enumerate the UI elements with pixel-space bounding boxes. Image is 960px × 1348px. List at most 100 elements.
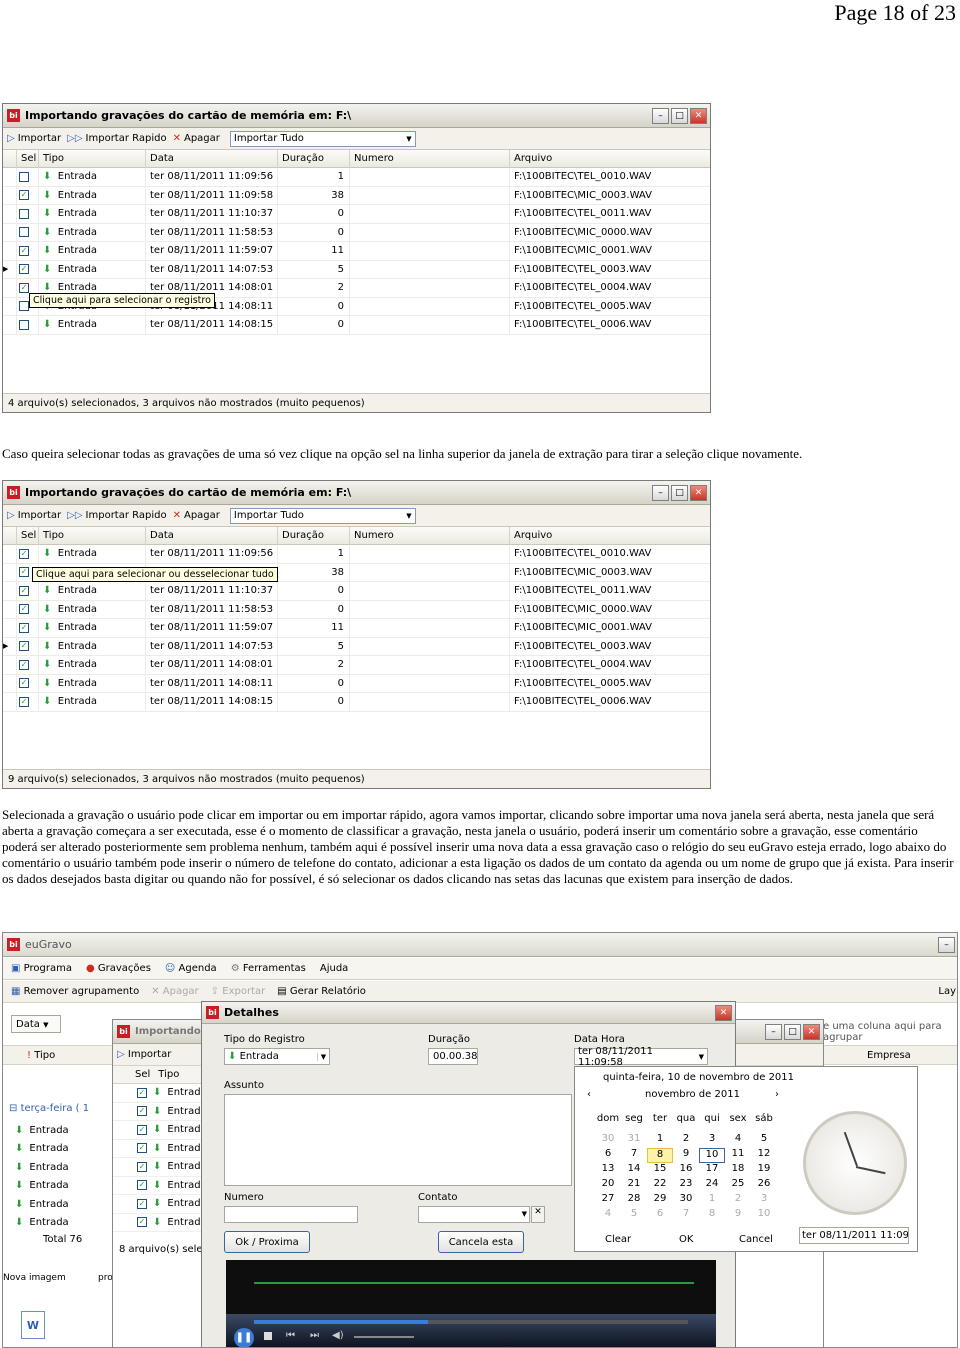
- calendar-day[interactable]: 15: [647, 1163, 673, 1178]
- checkbox-icon[interactable]: ✓: [19, 659, 29, 670]
- calendar-day[interactable]: 7: [621, 1148, 647, 1163]
- calendar-day[interactable]: 9: [725, 1208, 751, 1223]
- checkbox-icon[interactable]: ✓: [19, 604, 29, 615]
- checkbox-icon[interactable]: [19, 301, 29, 312]
- row-checkbox[interactable]: ✓: [17, 674, 39, 692]
- col-header-2[interactable]: Data: [146, 150, 278, 168]
- next-month-button[interactable]: ›: [775, 1089, 779, 1100]
- app-delete-button[interactable]: ✕ Apagar: [151, 986, 198, 997]
- calendar-ok-button[interactable]: OK: [679, 1234, 693, 1245]
- calendar-day[interactable]: 2: [673, 1133, 699, 1148]
- col-header-0[interactable]: Sel: [17, 150, 39, 168]
- import-button[interactable]: ▷ Importar: [117, 1049, 171, 1060]
- row-checkbox[interactable]: ✓: [17, 637, 39, 655]
- menu-ajuda[interactable]: Ajuda: [320, 963, 348, 974]
- calendar-clear-button[interactable]: Clear: [605, 1234, 631, 1245]
- table-row[interactable]: ✓ ⬇ Entrada ter 08/11/2011 11:58:53 0 F:…: [3, 600, 710, 619]
- checkbox-icon[interactable]: ✓: [137, 1106, 147, 1117]
- pause-button[interactable]: ❚❚: [234, 1328, 254, 1347]
- menu-agenda[interactable]: ☺ Agenda: [165, 963, 217, 974]
- table-row[interactable]: ✓ ⬇ Entrada ter 08/11/2011 11:59:07 11 F…: [3, 619, 710, 638]
- calendar-day[interactable]: 27: [595, 1193, 621, 1208]
- table-row[interactable]: ✓ ⬇ Entrada ter 08/11/2011 14:08:11 0 F:…: [3, 674, 710, 693]
- close-button[interactable]: ✕: [690, 107, 707, 124]
- calendar-day[interactable]: 10: [751, 1208, 777, 1223]
- checkbox-icon[interactable]: ✓: [19, 190, 29, 201]
- import-quick-button[interactable]: ▷▷ Importar Rapido: [67, 510, 166, 521]
- minimize-button[interactable]: –: [652, 107, 669, 124]
- calendar-day[interactable]: 4: [595, 1208, 621, 1223]
- list-item[interactable]: ⬇ Entrada: [9, 1214, 119, 1233]
- group-header[interactable]: ⊟ terça-feira ( 1: [9, 1103, 119, 1121]
- row-checkbox[interactable]: [17, 223, 39, 241]
- calendar-day[interactable]: 9: [673, 1148, 699, 1163]
- report-button[interactable]: ▤ Gerar Relatório: [277, 986, 366, 997]
- calendar-day[interactable]: 18: [725, 1163, 751, 1178]
- calendar-day[interactable]: 4: [725, 1133, 751, 1148]
- row-checkbox[interactable]: ✓: [17, 545, 39, 563]
- close-button[interactable]: ✕: [803, 1023, 820, 1040]
- row-checkbox[interactable]: ✓: [17, 693, 39, 711]
- checkbox-icon[interactable]: ✓: [137, 1124, 147, 1135]
- calendar-day[interactable]: 1: [699, 1193, 725, 1208]
- calendar-day[interactable]: 2: [725, 1193, 751, 1208]
- checkbox-icon[interactable]: ✓: [19, 282, 29, 293]
- maximize-button[interactable]: □: [671, 484, 688, 501]
- minimize-button[interactable]: –: [652, 484, 669, 501]
- checkbox-icon[interactable]: [19, 171, 29, 182]
- calendar-day[interactable]: 8: [699, 1208, 725, 1223]
- calendar-day[interactable]: 26: [751, 1178, 777, 1193]
- next-button[interactable]: ⏭: [310, 1330, 319, 1341]
- prev-month-button[interactable]: ‹: [587, 1089, 591, 1100]
- checkbox-icon[interactable]: ✓: [137, 1198, 147, 1209]
- table-row[interactable]: ▶ ✓ ⬇ Entrada ter 08/11/2011 14:07:53 5 …: [3, 260, 710, 279]
- row-checkbox[interactable]: ✓: [17, 600, 39, 618]
- close-button[interactable]: ✕: [690, 484, 707, 501]
- col-header-5[interactable]: Arquivo: [510, 150, 710, 168]
- table-row[interactable]: ⬇ Entrada ter 08/11/2011 11:10:37 0 F:\1…: [3, 205, 710, 224]
- calendar-day[interactable]: 11: [725, 1148, 751, 1163]
- calendar-day[interactable]: 5: [751, 1133, 777, 1148]
- calendar-day[interactable]: 28: [621, 1193, 647, 1208]
- row-checkbox[interactable]: [17, 205, 39, 223]
- import-button[interactable]: ▷ Importar: [7, 510, 61, 521]
- calendar-day[interactable]: 19: [751, 1163, 777, 1178]
- checkbox-icon[interactable]: ✓: [137, 1087, 147, 1098]
- row-checkbox[interactable]: ✓: [17, 582, 39, 600]
- calendar-cancel-button[interactable]: Cancel: [739, 1234, 773, 1245]
- table-row[interactable]: ⬇ Entrada ter 08/11/2011 11:58:53 0 F:\1…: [3, 223, 710, 242]
- checkbox-icon[interactable]: ✓: [19, 585, 29, 596]
- table-row[interactable]: ✓ ⬇ Entrada ter 08/11/2011 11:09:56 1 F:…: [3, 545, 710, 564]
- tipo-select[interactable]: ⬇ Entrada ▼: [224, 1048, 330, 1065]
- calendar-day[interactable]: 14: [621, 1163, 647, 1178]
- calendar-day[interactable]: 21: [621, 1178, 647, 1193]
- maximize-button[interactable]: □: [784, 1023, 801, 1040]
- calendar-day[interactable]: 6: [595, 1148, 621, 1163]
- minimize-button[interactable]: –: [765, 1023, 782, 1040]
- row-checkbox[interactable]: ✓: [17, 260, 39, 278]
- row-checkbox[interactable]: [17, 316, 39, 334]
- import-quick-button[interactable]: ▷▷ Importar Rapido: [67, 133, 166, 144]
- table-row[interactable]: ✓ ⬇ Entrada ter 08/11/2011 14:08:15 0 F:…: [3, 693, 710, 712]
- checkbox-icon[interactable]: ✓: [137, 1143, 147, 1154]
- checkbox-icon[interactable]: ✓: [19, 622, 29, 633]
- col-header-4[interactable]: Numero: [350, 527, 510, 545]
- menu-programa[interactable]: ▣ Programa: [11, 963, 72, 974]
- col-header-4[interactable]: Numero: [350, 150, 510, 168]
- checkbox-icon[interactable]: ✓: [19, 264, 29, 275]
- checkbox-icon[interactable]: [19, 227, 29, 238]
- table-row[interactable]: ⬇ Entrada ter 08/11/2011 11:09:56 1 F:\1…: [3, 168, 710, 187]
- calendar-day[interactable]: 12: [751, 1148, 777, 1163]
- col-header-5[interactable]: Arquivo: [510, 527, 710, 545]
- previous-button[interactable]: ⏮: [286, 1330, 295, 1341]
- calendar-day[interactable]: 24: [699, 1178, 725, 1193]
- calendar-day[interactable]: 23: [673, 1178, 699, 1193]
- table-row[interactable]: ✓ ⬇ Entrada ter 08/11/2011 11:59:07 11 F…: [3, 242, 710, 261]
- calendar-day[interactable]: 30: [673, 1193, 699, 1208]
- table-row[interactable]: ✓ ⬇ Entrada ter 08/11/2011 11:10:37 0 F:…: [3, 582, 710, 601]
- col-header-3[interactable]: Duração: [278, 527, 350, 545]
- seek-bar[interactable]: [254, 1320, 688, 1324]
- row-checkbox[interactable]: ✓: [17, 186, 39, 204]
- delete-button[interactable]: ✕ Apagar: [173, 510, 220, 521]
- stop-button[interactable]: [264, 1332, 272, 1340]
